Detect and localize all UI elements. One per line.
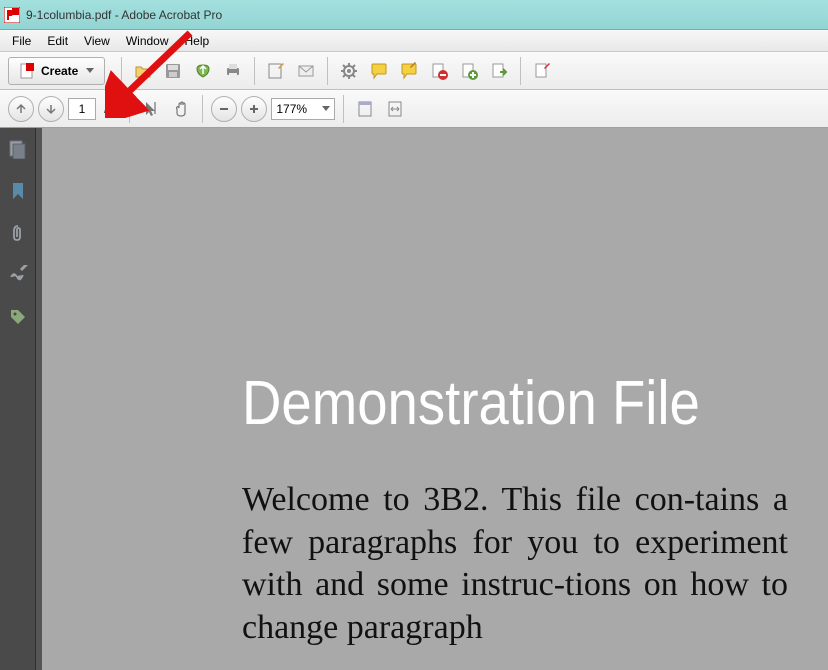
save-button[interactable] (160, 58, 186, 84)
document-heading: Demonstration File (242, 368, 722, 439)
fit-page-button[interactable] (352, 96, 378, 122)
zoom-out-button[interactable] (211, 96, 237, 122)
tags-icon[interactable] (7, 306, 29, 328)
bookmarks-icon[interactable] (7, 180, 29, 202)
pdf-page: Demonstration File Welcome to 3B2. This … (42, 128, 828, 670)
zoom-in-button[interactable] (241, 96, 267, 122)
page-total: / 5 (104, 102, 117, 116)
title-bar: 9-1columbia.pdf - Adobe Acrobat Pro (0, 0, 828, 30)
navigation-pane (0, 128, 36, 670)
nav-toolbar: / 5 177% (0, 90, 828, 128)
menu-view[interactable]: View (76, 32, 118, 50)
print-button[interactable] (220, 58, 246, 84)
comment-button[interactable] (366, 58, 392, 84)
select-tool-button[interactable] (138, 96, 164, 122)
attachments-icon[interactable] (7, 222, 29, 244)
separator (129, 95, 130, 123)
hand-tool-button[interactable] (168, 96, 194, 122)
create-label: Create (41, 64, 78, 78)
pdf-icon (19, 63, 35, 79)
zoom-value: 177% (276, 102, 307, 116)
open-button[interactable] (130, 58, 156, 84)
document-area[interactable]: Demonstration File Welcome to 3B2. This … (36, 128, 828, 670)
menu-bar: File Edit View Window Help (0, 30, 828, 52)
document-body: Welcome to 3B2. This file con-tains a fe… (242, 479, 788, 649)
main-toolbar: Create (0, 52, 828, 90)
menu-help[interactable]: Help (177, 32, 218, 50)
create-button[interactable]: Create (8, 57, 105, 85)
separator (343, 95, 344, 123)
workspace: Demonstration File Welcome to 3B2. This … (0, 128, 828, 670)
separator (254, 57, 255, 85)
next-page-button[interactable] (38, 96, 64, 122)
separator (520, 57, 521, 85)
prev-page-button[interactable] (8, 96, 34, 122)
window-title: 9-1columbia.pdf - Adobe Acrobat Pro (26, 8, 222, 22)
separator (121, 57, 122, 85)
zoom-level-select[interactable]: 177% (271, 98, 335, 120)
page-number-input[interactable] (68, 98, 96, 120)
menu-window[interactable]: Window (118, 32, 177, 50)
email-button[interactable] (293, 58, 319, 84)
signatures-icon[interactable] (7, 264, 29, 286)
app-icon (4, 7, 20, 23)
share-button[interactable] (190, 58, 216, 84)
settings-button[interactable] (336, 58, 362, 84)
thumbnails-icon[interactable] (7, 138, 29, 160)
dropdown-icon (86, 68, 94, 73)
extract-page-button[interactable] (486, 58, 512, 84)
menu-file[interactable]: File (4, 32, 39, 50)
edit-text-button[interactable] (263, 58, 289, 84)
add-page-button[interactable] (456, 58, 482, 84)
menu-edit[interactable]: Edit (39, 32, 76, 50)
dropdown-icon (322, 106, 330, 111)
sign-button[interactable] (529, 58, 555, 84)
delete-page-button[interactable] (426, 58, 452, 84)
separator (327, 57, 328, 85)
fit-width-button[interactable] (382, 96, 408, 122)
comment-edit-button[interactable] (396, 58, 422, 84)
separator (202, 95, 203, 123)
